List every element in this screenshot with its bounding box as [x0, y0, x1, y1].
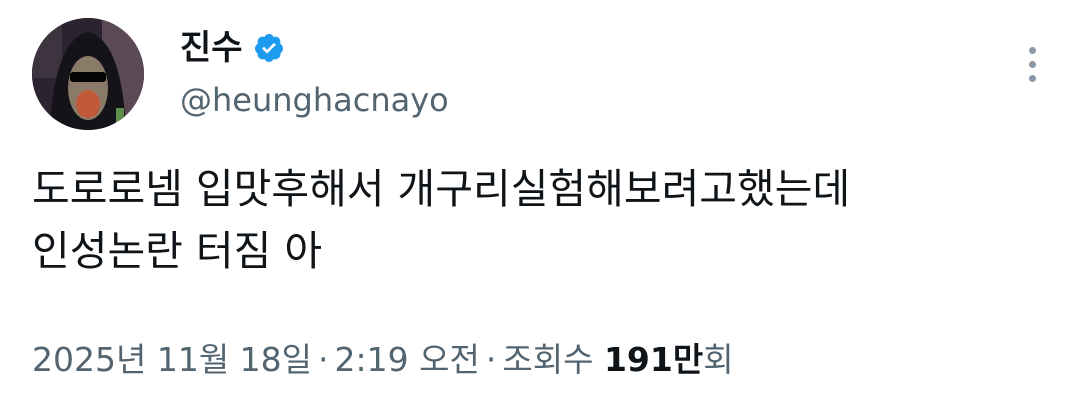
more-dot: [1028, 60, 1036, 68]
tweet-header: 진수 @heunghacnayo: [32, 18, 1048, 134]
views-count: 191만: [603, 340, 704, 379]
more-dot: [1028, 74, 1036, 82]
verified-badge-icon: [254, 34, 283, 62]
tweet-text-line: 인성논란 터짐 아: [32, 227, 323, 275]
meta-separator: ·: [318, 340, 329, 379]
meta-separator: ·: [485, 340, 497, 379]
display-name[interactable]: 진수: [180, 26, 243, 70]
tweet-date[interactable]: 2025년 11월 18일: [32, 340, 312, 379]
name-row: 진수: [180, 26, 285, 70]
tweet-text: 도로로넴 입맛후해서 개구리실험해보려고했는데 인성논란 터짐 아: [32, 158, 1042, 282]
more-vertical-icon[interactable]: [1020, 42, 1044, 86]
tweet-meta: 2025년 11월 18일 · 2:19 오전 · 조회수 191만회: [32, 336, 734, 384]
user-handle[interactable]: @heunghacnayo: [180, 78, 449, 122]
avatar-image: [32, 18, 144, 130]
views-suffix: 회: [703, 340, 734, 379]
tweet-text-line: 도로로넴 입맛후해서 개구리실험해보려고했는데: [32, 165, 851, 213]
more-dot: [1028, 46, 1036, 54]
tweet-time[interactable]: 2:19 오전: [335, 340, 480, 379]
avatar[interactable]: [32, 18, 144, 130]
views-label: 조회수: [502, 340, 594, 379]
